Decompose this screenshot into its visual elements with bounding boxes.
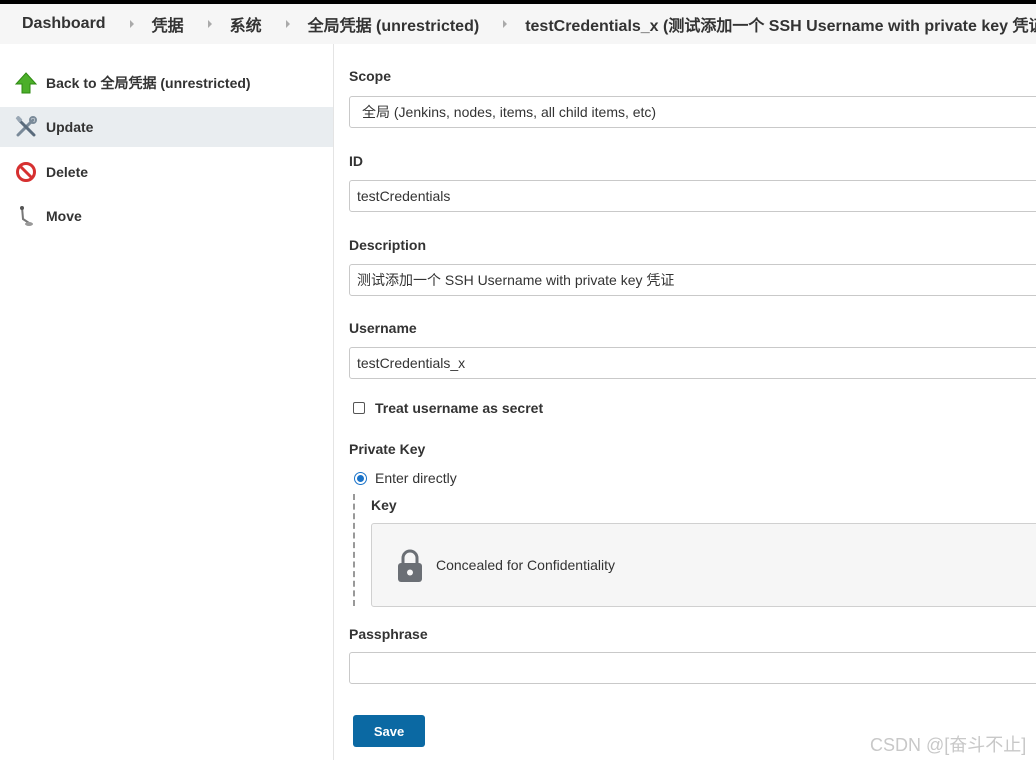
treat-secret-checkbox[interactable] bbox=[353, 402, 365, 414]
enter-directly-row: Enter directly bbox=[354, 470, 457, 486]
breadcrumb-system[interactable]: 系统 bbox=[230, 12, 262, 36]
treat-secret-label: Treat username as secret bbox=[375, 400, 544, 416]
tools-icon bbox=[15, 116, 37, 138]
scope-select[interactable]: 全局 (Jenkins, nodes, items, all child ite… bbox=[349, 96, 1036, 128]
breadcrumb-chevron-icon bbox=[285, 20, 290, 28]
sidebar-item-update[interactable]: Update bbox=[0, 107, 333, 147]
breadcrumb-chevron-icon bbox=[503, 20, 508, 28]
sidebar-item-delete[interactable]: Delete bbox=[0, 152, 333, 192]
breadcrumb: Dashboard 凭据 系统 全局凭据 (unrestricted) test… bbox=[0, 4, 1036, 44]
sidebar-item-label: Delete bbox=[46, 164, 89, 180]
sidebar-item-back[interactable]: Back to 全局凭据 (unrestricted) bbox=[0, 63, 333, 103]
description-field[interactable]: 测试添加一个 SSH Username with private key 凭证 bbox=[349, 264, 1036, 296]
scope-label: Scope bbox=[349, 68, 392, 84]
sidebar-item-move[interactable]: Move bbox=[0, 196, 333, 236]
save-button[interactable]: Save bbox=[353, 715, 425, 747]
concealed-text: Concealed for Confidentiality bbox=[436, 557, 615, 573]
enter-directly-label: Enter directly bbox=[375, 470, 457, 486]
breadcrumb-current-credential[interactable]: testCredentials_x (测试添加一个 SSH Username w… bbox=[525, 12, 1036, 36]
treat-secret-row: Treat username as secret bbox=[353, 400, 543, 416]
sidebar-item-label: Back to 全局凭据 (unrestricted) bbox=[46, 75, 251, 91]
private-key-label: Private Key bbox=[349, 441, 426, 457]
breadcrumb-dashboard[interactable]: Dashboard bbox=[22, 15, 106, 33]
breadcrumb-chevron-icon bbox=[129, 20, 134, 28]
username-field[interactable]: testCredentials_x bbox=[349, 347, 1036, 379]
nested-section-line bbox=[353, 494, 355, 606]
enter-directly-radio[interactable] bbox=[354, 471, 367, 485]
no-entry-icon bbox=[15, 161, 37, 183]
breadcrumb-credentials[interactable]: 凭据 bbox=[152, 12, 184, 36]
sidebar: Back to 全局凭据 (unrestricted) Update Delet… bbox=[0, 44, 334, 760]
passphrase-label: Passphrase bbox=[349, 626, 428, 642]
id-label: ID bbox=[349, 153, 363, 169]
concealed-key-box[interactable]: Concealed for Confidentiality bbox=[371, 523, 1036, 607]
sidebar-item-label: Update bbox=[46, 119, 94, 135]
breadcrumb-chevron-icon bbox=[207, 20, 212, 28]
sidebar-item-label: Move bbox=[46, 208, 82, 224]
description-label: Description bbox=[349, 237, 427, 253]
id-field[interactable]: testCredentials bbox=[349, 180, 1036, 212]
watermark: CSDN @[奋斗不止] bbox=[870, 735, 1027, 755]
move-icon bbox=[15, 205, 37, 227]
passphrase-field[interactable] bbox=[349, 652, 1036, 684]
breadcrumb-global-credentials[interactable]: 全局凭据 (unrestricted) bbox=[308, 12, 480, 36]
lock-icon bbox=[398, 549, 422, 582]
up-arrow-icon bbox=[15, 72, 37, 94]
key-label: Key bbox=[371, 497, 397, 513]
username-label: Username bbox=[349, 320, 417, 336]
